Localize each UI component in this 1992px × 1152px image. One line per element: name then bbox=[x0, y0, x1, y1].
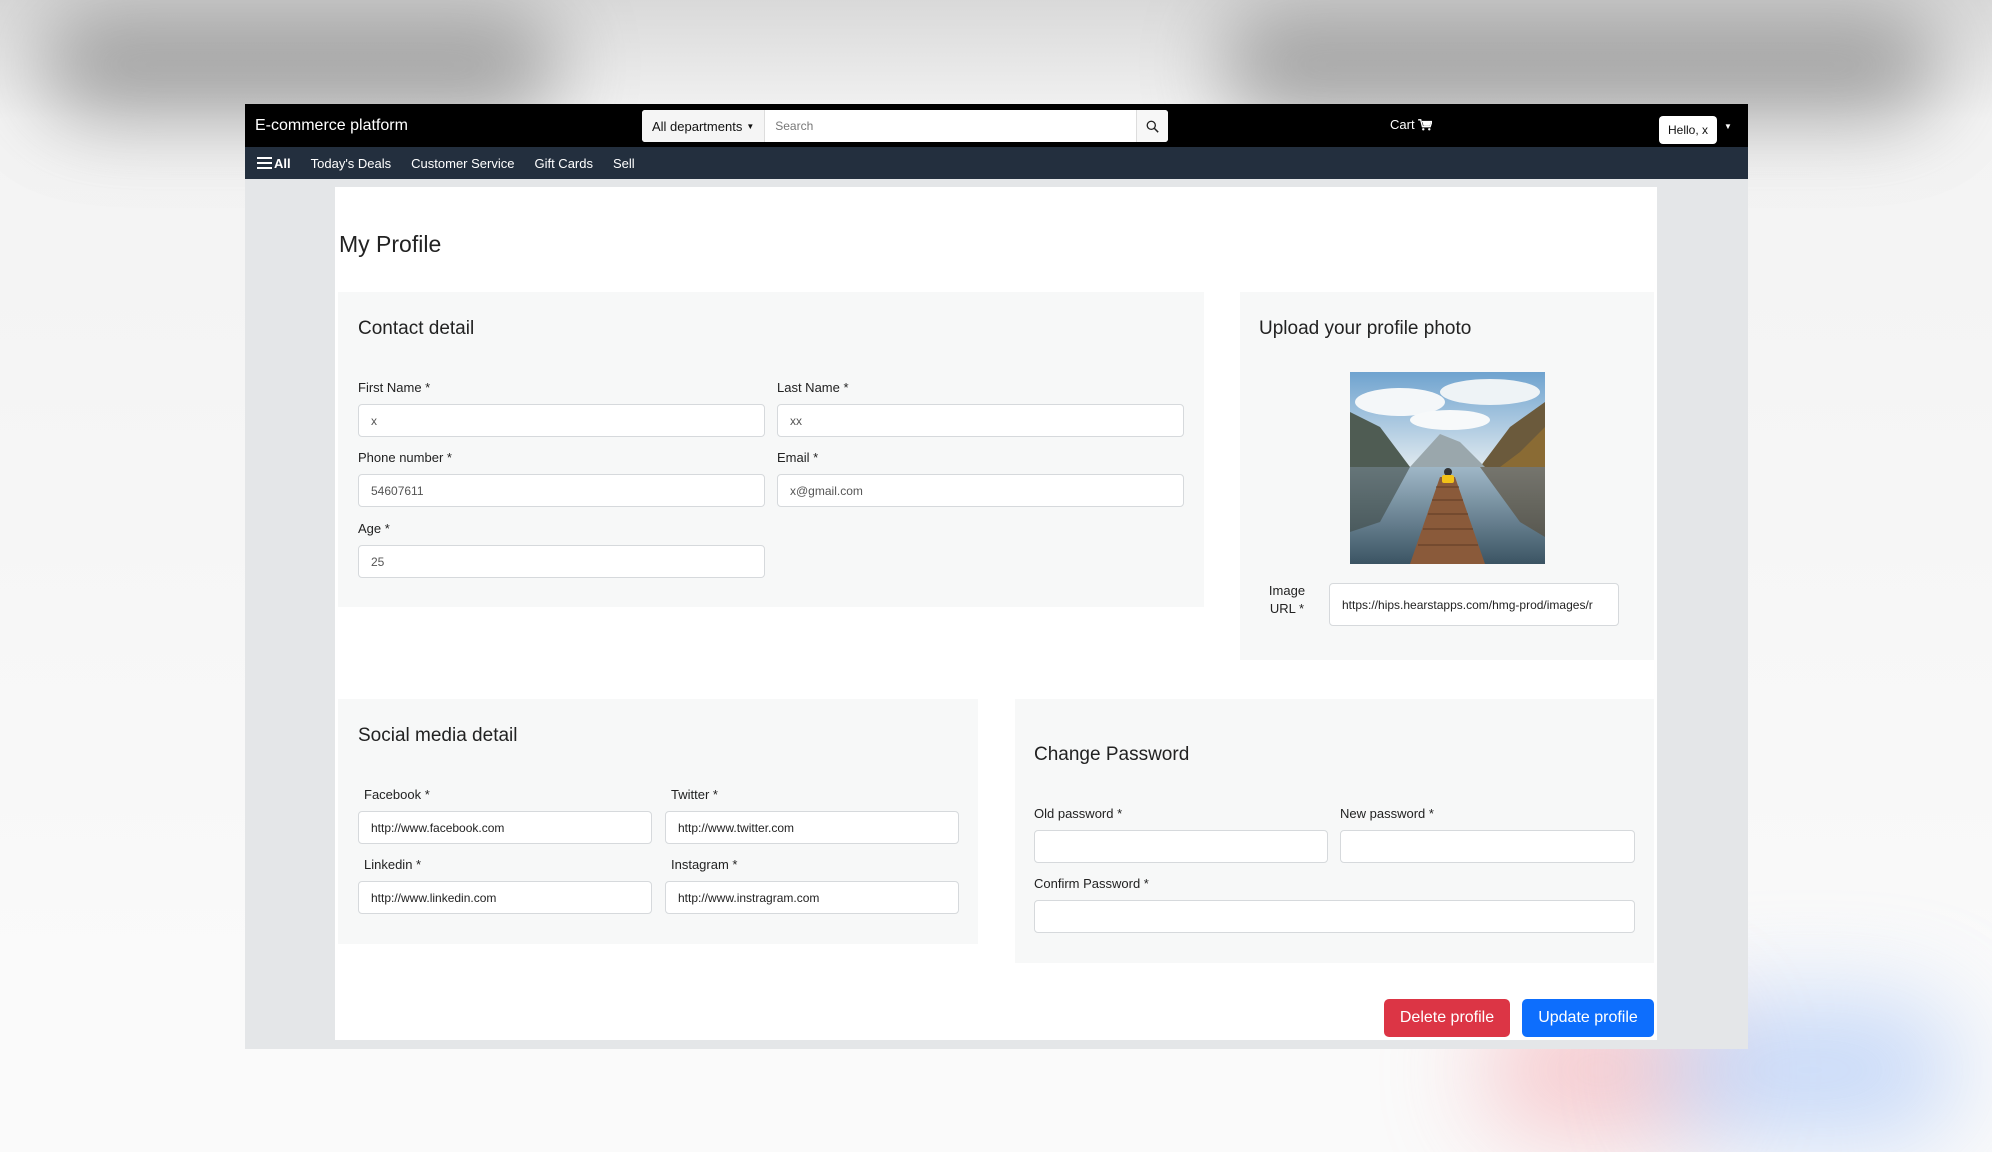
phone-label: Phone number * bbox=[358, 450, 452, 465]
instagram-field[interactable] bbox=[665, 881, 959, 914]
department-label: All departments bbox=[652, 118, 743, 134]
twitter-field[interactable] bbox=[665, 811, 959, 844]
email-label: Email * bbox=[777, 450, 819, 465]
top-bar: E-commerce platform All departments ▼ Ca… bbox=[245, 104, 1748, 147]
first-name-label: First Name * bbox=[358, 380, 431, 395]
cart-icon bbox=[1417, 118, 1432, 130]
nav-all-menu[interactable]: All bbox=[257, 156, 291, 171]
last-name-field[interactable] bbox=[777, 404, 1184, 437]
image-url-field[interactable] bbox=[1329, 583, 1619, 626]
confirm-password-field[interactable] bbox=[1034, 900, 1635, 933]
email-field[interactable] bbox=[777, 474, 1184, 507]
cart-link[interactable]: Cart bbox=[1390, 117, 1432, 132]
nav-item-gift-cards[interactable]: Gift Cards bbox=[534, 156, 593, 171]
caret-down-icon: ▼ bbox=[746, 121, 755, 131]
profile-photo-card: Upload your profile photo Image URL * ht… bbox=[1240, 292, 1654, 660]
new-password-label: New password * bbox=[1340, 806, 1434, 821]
app-window: E-commerce platform All departments ▼ Ca… bbox=[245, 104, 1748, 1049]
last-name-label: Last Name * bbox=[777, 380, 849, 395]
account-menu-button[interactable]: Hello, x bbox=[1659, 116, 1718, 144]
profile-photo-title: Upload your profile photo bbox=[1259, 318, 1472, 339]
hamburger-icon bbox=[257, 157, 272, 169]
nav-bar: All Today's Deals Customer Service Gift … bbox=[245, 147, 1748, 179]
first-name-field[interactable] bbox=[358, 404, 765, 437]
search-input[interactable] bbox=[765, 110, 1136, 142]
profile-page: My Profile Contact detail First Name * L… bbox=[335, 187, 1657, 1040]
old-password-label: Old password * bbox=[1034, 806, 1123, 821]
change-password-card: Change Password Old password * New passw… bbox=[1015, 699, 1654, 963]
delete-profile-button[interactable]: Delete profile bbox=[1384, 999, 1510, 1037]
linkedin-field[interactable] bbox=[358, 881, 652, 914]
social-media-card: Social media detail Facebook * Twitter *… bbox=[338, 699, 978, 944]
brand-logo[interactable]: E-commerce platform bbox=[255, 117, 408, 135]
contact-detail-title: Contact detail bbox=[358, 318, 475, 339]
nav-item-customer-service[interactable]: Customer Service bbox=[411, 156, 514, 171]
social-media-title: Social media detail bbox=[358, 725, 518, 746]
change-password-title: Change Password bbox=[1034, 744, 1190, 765]
page-title: My Profile bbox=[339, 231, 442, 257]
nav-all-label: All bbox=[274, 155, 291, 171]
search-button[interactable] bbox=[1136, 110, 1168, 142]
image-url-label: Image URL * bbox=[1268, 583, 1306, 616]
profile-photo bbox=[1350, 372, 1545, 564]
old-password-field[interactable] bbox=[1034, 830, 1328, 863]
nav-item-todays-deals[interactable]: Today's Deals bbox=[311, 156, 392, 171]
update-profile-button[interactable]: Update profile bbox=[1522, 999, 1654, 1037]
cart-label: Cart bbox=[1390, 117, 1415, 132]
confirm-password-label: Confirm Password * bbox=[1034, 876, 1149, 891]
age-label: Age * bbox=[358, 521, 390, 536]
linkedin-label: Linkedin * bbox=[364, 857, 422, 872]
facebook-field[interactable] bbox=[358, 811, 652, 844]
age-field[interactable] bbox=[358, 545, 765, 578]
search-icon bbox=[1146, 120, 1159, 133]
caret-down-icon[interactable]: ▼ bbox=[1724, 122, 1732, 131]
nav-item-sell[interactable]: Sell bbox=[613, 156, 635, 171]
department-dropdown[interactable]: All departments ▼ bbox=[642, 110, 766, 142]
facebook-label: Facebook * bbox=[364, 787, 430, 802]
phone-field[interactable] bbox=[358, 474, 765, 507]
instagram-label: Instagram * bbox=[671, 857, 738, 872]
contact-detail-card: Contact detail First Name * Last Name * … bbox=[338, 292, 1204, 607]
twitter-label: Twitter * bbox=[671, 787, 718, 802]
new-password-field[interactable] bbox=[1340, 830, 1635, 863]
search-bar: All departments ▼ bbox=[642, 110, 1168, 142]
